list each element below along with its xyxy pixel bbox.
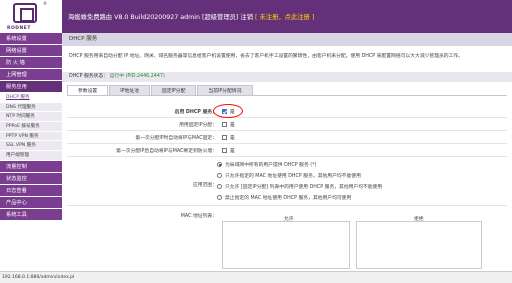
- divider: [67, 143, 507, 144]
- sidebar-item-network-settings[interactable]: 网络设置: [0, 45, 62, 57]
- policy-option-deny-mac[interactable]: 禁止指定的 MAC 地址使用 DHCP 服务，其他用户均可使用: [217, 194, 351, 201]
- sidebar-item-logs[interactable]: 日志查看: [0, 184, 62, 197]
- tab-divider: [67, 95, 507, 96]
- policy-option-fixed-ip-label: 只允许 [固定IP分配] 列表中的用户使用 DHCP 服务，其他用户均不能使用: [225, 185, 383, 190]
- sidebar-item-traffic-control[interactable]: 流量控制: [0, 160, 62, 173]
- sidebar-subitem-ssl-vpn[interactable]: SSL VPN 服务: [0, 141, 62, 152]
- policy-option-deny-mac-label: 禁止指定的 MAC 地址使用 DHCP 服务，其他用户均可使用: [225, 196, 352, 201]
- main-content: DHCP 服务 DHCP 服务用来自动分配 IP 地址、网关、域名服务器等信息给…: [62, 33, 512, 271]
- fixed-ip-checkbox[interactable]: [222, 122, 227, 127]
- firewall-bind-label: 第一次分配IP后自动将IP与MAC绑定到防火墙：: [116, 149, 217, 154]
- logo-mark-icon: [13, 3, 37, 23]
- fixed-ip-label: 用用固定IP分配：: [179, 123, 217, 128]
- divider: [67, 156, 507, 157]
- policy-radio-fixed-ip[interactable]: [217, 184, 222, 189]
- sidebar-subitem-pppoe[interactable]: PPPoE 拨号服务: [0, 122, 62, 132]
- mac-list-label: MAC 地址列表：: [180, 214, 217, 219]
- sidebar-item-product-center[interactable]: 产品中心: [0, 196, 62, 209]
- annotation-circle: [213, 104, 243, 118]
- sidebar-subitem-ntp[interactable]: NTP 时间服务: [0, 112, 62, 123]
- registered-icon: ®: [43, 1, 47, 6]
- fixed-ip-value: 是: [230, 123, 235, 128]
- sidebar-subitem-dns[interactable]: DNS 代理服务: [0, 102, 62, 113]
- sidebar-item-system-settings[interactable]: 系统设置: [0, 33, 62, 45]
- policy-option-allow-mac[interactable]: 只允许指定的 MAC 地址使用 DHCP 服务，其他用户均不能使用: [217, 172, 361, 179]
- sidebar-subitem-client[interactable]: 用户端管理: [0, 151, 62, 161]
- page-description: DHCP 服务用来自动分配 IP 地址、网关、域名服务器等信息给客户机设置使用，…: [69, 54, 463, 59]
- mac-allow-list[interactable]: [222, 221, 350, 269]
- sidebar-item-firewall[interactable]: 防 火 墙: [0, 57, 62, 69]
- app-header: ® RODNET 海蜘蛛免费路由 V8.0 Build20200927 admi…: [0, 0, 512, 33]
- browser-status-bar: 192.168.0.1:880/admin/index.pl: [0, 271, 512, 283]
- sidebar-item-internet-management[interactable]: 上网管理: [0, 69, 62, 81]
- logo-brand: RODNET: [7, 26, 31, 31]
- policy-option-all[interactable]: 为局域网中所有的用户提供 DHCP 服务 (*): [217, 161, 316, 168]
- sidebar-item-status-monitor[interactable]: 状态监控: [0, 172, 62, 185]
- status-value: 运行中 (PID:2446,2447): [109, 74, 165, 79]
- enable-dhcp-label: 启用 DHCP 服务：: [174, 110, 217, 115]
- policy-option-all-label: 为局域网中所有的用户提供 DHCP 服务 (*): [225, 163, 317, 168]
- status-label: DHCP 服务状态：: [69, 74, 109, 79]
- divider: [67, 205, 507, 206]
- policy-radio-allow-mac[interactable]: [217, 173, 222, 178]
- sidebar: 系统设置 网络设置 防 火 墙 上网管理 服务应用 DHCP 服务 DNS 代理…: [0, 33, 62, 271]
- mac-deny-list[interactable]: [356, 221, 482, 269]
- firewall-bind-checkbox[interactable]: [222, 148, 227, 153]
- divider: [67, 130, 507, 131]
- header-title: 海蜘蛛免费路由 V8.0 Build20200927 admin [超级管理员]…: [62, 12, 314, 21]
- header-title-text[interactable]: 海蜘蛛免费路由 V8.0 Build20200927 admin [超级管理员]…: [68, 14, 253, 21]
- sidebar-subitem-pptp[interactable]: PPTP VPN 服务: [0, 131, 62, 142]
- page-title: DHCP 服务: [62, 33, 512, 46]
- logo: ® RODNET: [0, 0, 62, 33]
- policy-radio-deny-mac[interactable]: [217, 195, 222, 200]
- first-bind-checkbox[interactable]: [222, 135, 227, 140]
- first-bind-control: 是: [222, 134, 235, 141]
- register-link[interactable]: [ 未注册，点此注册 ]: [255, 14, 314, 21]
- sidebar-subitem-dhcp[interactable]: DHCP 服务: [0, 93, 62, 103]
- divider: [67, 117, 507, 118]
- firewall-bind-control: 是: [222, 147, 235, 154]
- policy-option-allow-mac-label: 只允许指定的 MAC 地址使用 DHCP 服务，其他用户均不能使用: [225, 174, 361, 179]
- first-bind-label: 第一次分配IP时自动将IP与MAC固定：: [135, 136, 217, 141]
- first-bind-value: 是: [230, 136, 235, 141]
- firewall-bind-value: 是: [230, 149, 235, 154]
- sidebar-item-system-tools[interactable]: 系统工具: [0, 208, 62, 221]
- fixed-ip-control: 是: [222, 121, 235, 128]
- policy-label: 应用范围：: [193, 183, 217, 188]
- mac-list-area: 允许 拒绝: [222, 215, 482, 271]
- service-status-bar: DHCP 服务状态： 运行中 (PID:2446,2447): [62, 72, 512, 82]
- policy-radio-all[interactable]: [217, 162, 222, 167]
- policy-option-fixed-ip[interactable]: 只允许 [固定IP分配] 列表中的用户使用 DHCP 服务，其他用户均不能使用: [217, 183, 382, 190]
- sidebar-item-service-apps[interactable]: 服务应用: [0, 81, 62, 93]
